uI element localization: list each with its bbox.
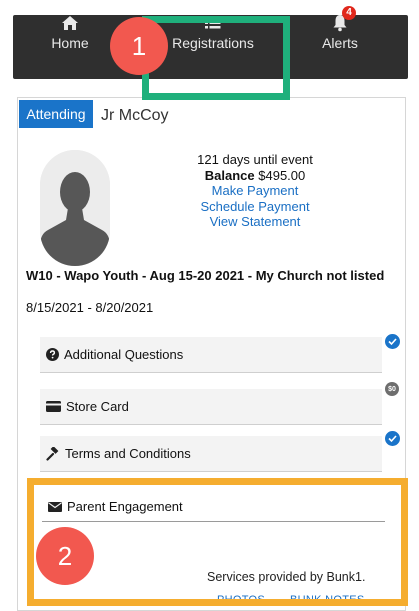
additional-questions-label: Additional Questions	[64, 347, 184, 362]
balance-row: Balance $495.00	[165, 168, 345, 184]
store-card-balance-badge: $0	[385, 382, 399, 396]
event-dates: 8/15/2021 - 8/20/2021	[26, 300, 154, 315]
view-statement-link[interactable]: View Statement	[165, 214, 345, 230]
avatar	[40, 150, 110, 266]
terms-section[interactable]: Terms and Conditions	[40, 436, 382, 472]
nav-home[interactable]: Home	[35, 0, 105, 64]
tab-attending[interactable]: Attending	[19, 100, 93, 128]
nav-home-label: Home	[51, 35, 89, 51]
check-circle-icon	[385, 431, 400, 446]
home-icon	[61, 13, 79, 33]
balance-value: $495.00	[258, 167, 306, 183]
credit-card-icon	[46, 401, 61, 412]
nav-alerts[interactable]: 4 Alerts	[305, 0, 375, 64]
callout-2: 2	[36, 527, 94, 585]
registration-info: 121 days until event Balance $495.00 Mak…	[165, 152, 345, 230]
schedule-payment-link[interactable]: Schedule Payment	[165, 199, 345, 215]
make-payment-link[interactable]: Make Payment	[165, 183, 345, 199]
event-title: W10 - Wapo Youth - Aug 15-20 2021 - My C…	[26, 268, 385, 283]
balance-label: Balance	[204, 167, 255, 183]
store-card-label: Store Card	[66, 399, 129, 414]
alerts-count-badge: 4	[342, 6, 356, 20]
camper-name: Jr McCoy	[101, 107, 169, 124]
additional-questions-section[interactable]: Additional Questions	[40, 337, 382, 373]
question-circle-icon	[46, 348, 59, 361]
check-circle-icon	[385, 334, 400, 349]
terms-label: Terms and Conditions	[65, 446, 191, 461]
nav-alerts-label: Alerts	[322, 35, 358, 51]
callout-1: 1	[110, 17, 168, 75]
bell-icon: 4	[332, 6, 356, 33]
store-card-section[interactable]: Store Card	[40, 389, 382, 425]
gavel-icon	[46, 446, 60, 461]
days-until-event: 121 days until event	[197, 152, 313, 167]
